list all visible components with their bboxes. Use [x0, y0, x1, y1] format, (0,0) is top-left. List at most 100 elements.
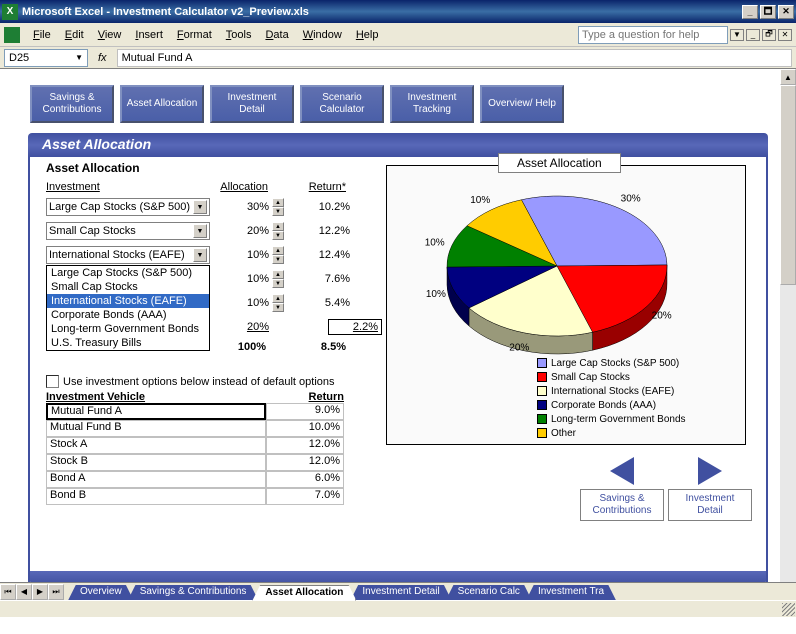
alloc-ret-1: 12.2% [296, 225, 350, 237]
dropdown-option[interactable]: International Stocks (EAFE) [47, 294, 209, 308]
spin-down-4[interactable]: ▼ [272, 303, 284, 312]
vehicle-ret-3[interactable]: 12.0% [266, 454, 344, 471]
investment-dropdown-list[interactable]: Large Cap Stocks (S&P 500)Small Cap Stoc… [46, 265, 210, 351]
nav-prev-label[interactable]: Savings & Contributions [580, 489, 664, 521]
vehicle-name-1[interactable]: Mutual Fund B [46, 420, 266, 437]
investment-dropdown-2[interactable]: International Stocks (EAFE)▼ [46, 246, 210, 264]
chevron-down-icon[interactable]: ▼ [193, 248, 207, 262]
legend-item: Long-term Government Bonds [537, 412, 686, 426]
menu-insert[interactable]: Insert [128, 26, 170, 44]
vehicle-name-4[interactable]: Bond A [46, 471, 266, 488]
nav-btn-investment-detail[interactable]: Investment Detail [210, 85, 294, 123]
status-bar [0, 600, 796, 617]
scroll-thumb[interactable] [780, 85, 796, 285]
use-options-checkbox[interactable] [46, 375, 59, 388]
doc-restore-button[interactable]: 🗗 [762, 29, 776, 41]
investment-dropdown-1[interactable]: Small Cap Stocks▼ [46, 222, 210, 240]
fx-label: fx [98, 52, 107, 64]
dropdown-option[interactable]: U.S. Treasury Bills [47, 336, 209, 350]
page-nav: Savings & Contributions Investment Detai… [580, 457, 752, 521]
vehicle-ret-5[interactable]: 7.0% [266, 488, 344, 505]
nav-btn-scenario-calculator[interactable]: Scenario Calculator [300, 85, 384, 123]
dropdown-option[interactable]: Corporate Bonds (AAA) [47, 308, 209, 322]
vehicle-name-5[interactable]: Bond B [46, 488, 266, 505]
menu-tools[interactable]: Tools [219, 26, 259, 44]
nav-btn-savings-contributions[interactable]: Savings & Contributions [30, 85, 114, 123]
tab-next-button[interactable]: ▶ [32, 584, 48, 600]
menu-help[interactable]: Help [349, 26, 386, 44]
vertical-scrollbar[interactable]: ▲ ▼ [780, 69, 796, 617]
legend-item: Small Cap Stocks [537, 370, 686, 384]
sheet-tab-bar: ⏮ ◀ ▶ ⏭ OverviewSavings & ContributionsA… [0, 582, 796, 600]
vehicle-name-3[interactable]: Stock B [46, 454, 266, 471]
legend-label: Corporate Bonds (AAA) [551, 400, 656, 411]
scroll-up-icon[interactable]: ▲ [780, 69, 796, 85]
menu-data[interactable]: Data [258, 26, 295, 44]
help-dropdown-icon[interactable]: ▼ [730, 29, 744, 41]
dropdown-option[interactable]: Long-term Government Bonds [47, 322, 209, 336]
tab-prev-button[interactable]: ◀ [16, 584, 32, 600]
nav-btn-investment-tracking[interactable]: Investment Tracking [390, 85, 474, 123]
sheet-tab-savings-contributions[interactable]: Savings & Contributions [128, 585, 259, 601]
spin-up-3[interactable]: ▲ [272, 270, 284, 279]
nav-button-row: Savings & ContributionsAsset AllocationI… [0, 69, 796, 133]
doc-close-button[interactable]: ✕ [778, 29, 792, 41]
legend-swatch [537, 428, 547, 438]
menu-window[interactable]: Window [296, 26, 349, 44]
menu-edit[interactable]: Edit [58, 26, 91, 44]
spin-down-2[interactable]: ▼ [272, 255, 284, 264]
minimize-button[interactable]: _ [742, 5, 758, 19]
nav-next: Investment Detail [668, 457, 752, 521]
formula-input[interactable]: Mutual Fund A [117, 49, 792, 67]
dropdown-option[interactable]: Large Cap Stocks (S&P 500) [47, 266, 209, 280]
nav-next-label[interactable]: Investment Detail [668, 489, 752, 521]
restore-button[interactable]: 🗖 [760, 5, 776, 19]
chevron-down-icon[interactable]: ▼ [193, 200, 207, 214]
name-box-dropdown-icon[interactable]: ▼ [75, 53, 83, 62]
svg-text:20%: 20% [652, 310, 672, 321]
sheet-tab-asset-allocation[interactable]: Asset Allocation [252, 585, 356, 601]
dropdown-option[interactable]: Small Cap Stocks [47, 280, 209, 294]
spin-down-0[interactable]: ▼ [272, 207, 284, 216]
vehicle-ret-4[interactable]: 6.0% [266, 471, 344, 488]
resize-grip-icon[interactable] [782, 603, 795, 616]
legend-label: International Stocks (EAFE) [551, 386, 674, 397]
sheet-tab-overview[interactable]: Overview [68, 585, 134, 601]
nav-btn-asset-allocation[interactable]: Asset Allocation [120, 85, 204, 123]
investment-dropdown-0[interactable]: Large Cap Stocks (S&P 500)▼ [46, 198, 210, 216]
menu-view[interactable]: View [91, 26, 129, 44]
sheet-tab-investment-tra[interactable]: Investment Tra [526, 585, 616, 601]
chevron-down-icon[interactable]: ▼ [193, 224, 207, 238]
section-title: Asset Allocation [42, 136, 151, 152]
spin-down-1[interactable]: ▼ [272, 231, 284, 240]
menu-file[interactable]: File [26, 26, 58, 44]
spin-up-4[interactable]: ▲ [272, 294, 284, 303]
vehicle-name-2[interactable]: Stock A [46, 437, 266, 454]
alloc-ret-5[interactable]: 2.2% [328, 319, 382, 335]
total-ret: 8.5% [266, 341, 346, 353]
vehicle-ret-0[interactable]: 9.0% [266, 403, 344, 420]
close-button[interactable]: ✕ [778, 5, 794, 19]
doc-minimize-button[interactable]: _ [746, 29, 760, 41]
menu-format[interactable]: Format [170, 26, 219, 44]
sheet-tab-scenario-calc[interactable]: Scenario Calc [446, 585, 532, 601]
vehicle-ret-1[interactable]: 10.0% [266, 420, 344, 437]
help-search-input[interactable] [578, 26, 728, 44]
tab-last-button[interactable]: ⏭ [48, 584, 64, 600]
tab-first-button[interactable]: ⏮ [0, 584, 16, 600]
legend-item: Large Cap Stocks (S&P 500) [537, 356, 686, 370]
checkbox-label: Use investment options below instead of … [63, 376, 335, 388]
arrow-right-icon[interactable] [698, 457, 722, 485]
spin-up-2[interactable]: ▲ [272, 246, 284, 255]
alloc-pct-3: 10% [210, 273, 272, 285]
name-box[interactable]: D25 ▼ [4, 49, 88, 67]
arrow-left-icon[interactable] [610, 457, 634, 485]
spin-down-3[interactable]: ▼ [272, 279, 284, 288]
name-box-value: D25 [9, 52, 29, 64]
spin-up-0[interactable]: ▲ [272, 198, 284, 207]
sheet-tab-investment-detail[interactable]: Investment Detail [350, 585, 451, 601]
vehicle-name-0[interactable]: Mutual Fund A [46, 403, 266, 420]
nav-btn-overview-help[interactable]: Overview/ Help [480, 85, 564, 123]
vehicle-ret-2[interactable]: 12.0% [266, 437, 344, 454]
spin-up-1[interactable]: ▲ [272, 222, 284, 231]
